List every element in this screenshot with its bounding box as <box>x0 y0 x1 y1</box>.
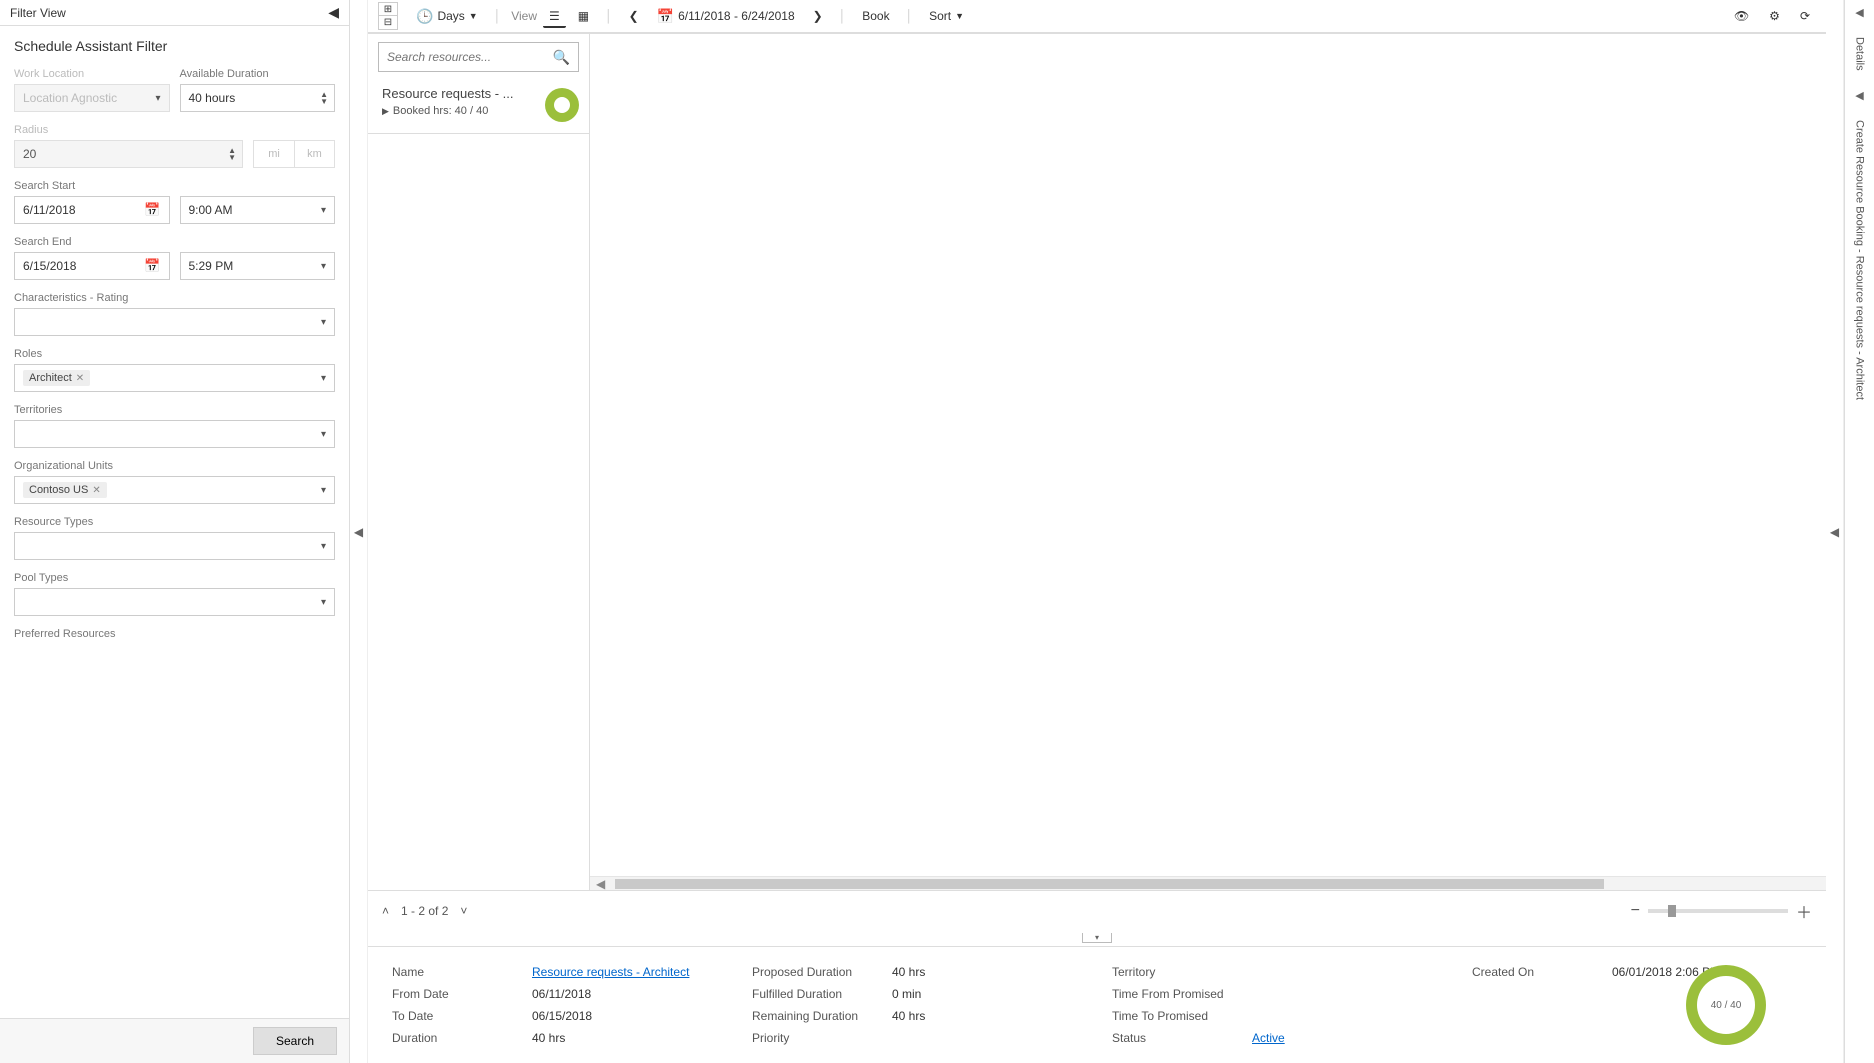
remove-tag-icon[interactable]: ✕ <box>92 485 100 496</box>
work-location-label: Work Location <box>14 68 170 80</box>
org-units-label: Organizational Units <box>14 460 335 472</box>
filter-panel: Filter View ◀ Schedule Assistant Filter … <box>0 0 350 1063</box>
panel-collapse-handle[interactable]: ◀ <box>350 0 368 1063</box>
org-unit-tag: Contoso US✕ <box>23 482 107 498</box>
status-link[interactable]: Active <box>1252 1031 1432 1045</box>
create-booking-tab[interactable]: Create Resource Booking - Resource reque… <box>1854 114 1866 406</box>
expand-collapse-group: ⊞ ⊟ <box>378 2 398 30</box>
territories-select[interactable]: ▾ <box>14 420 335 448</box>
filter-subtitle: Schedule Assistant Filter <box>0 26 349 64</box>
prev-range-icon[interactable]: ❮ <box>623 5 645 27</box>
date-picker-button[interactable]: 📅 6/11/2018 - 6/24/2018 <box>651 4 801 29</box>
details-tab[interactable]: Details <box>1854 31 1866 77</box>
visibility-icon[interactable]: 👁 <box>1728 5 1755 27</box>
roles-select[interactable]: Architect✕ ▾ <box>14 364 335 392</box>
remove-tag-icon[interactable]: ✕ <box>76 373 84 384</box>
page-down-icon[interactable]: ˅ <box>460 904 467 918</box>
radius-unit-toggle: mi km <box>253 140 335 168</box>
work-location-select: Location Agnostic▾ <box>14 84 170 112</box>
view-label: View <box>511 9 537 23</box>
radius-unit-mi: mi <box>254 141 294 167</box>
page-up-icon[interactable]: ˄ <box>382 904 389 918</box>
right-rail: ◀ Details ◀ Create Resource Booking - Re… <box>1844 0 1874 1063</box>
role-tag: Architect✕ <box>23 370 90 386</box>
territories-label: Territories <box>14 404 335 416</box>
org-units-select[interactable]: Contoso US✕ ▾ <box>14 476 335 504</box>
roles-label: Roles <box>14 348 335 360</box>
resource-search-input[interactable]: 🔍 <box>378 42 579 72</box>
status-bar: ˄ 1 - 2 of 2 ˅ − ＋ <box>368 890 1826 930</box>
sort-button[interactable]: Sort ▼ <box>923 5 970 27</box>
clock-icon: 🕒 <box>416 8 433 25</box>
details-collapse-handle[interactable]: ▾ <box>1082 933 1112 943</box>
search-end-label: Search End <box>14 236 335 248</box>
characteristics-select[interactable]: ▾ <box>14 308 335 336</box>
search-end-time[interactable]: 5:29 PM▾ <box>180 252 336 280</box>
grid-view-icon[interactable]: ▦ <box>572 5 595 27</box>
characteristics-label: Characteristics - Rating <box>14 292 335 304</box>
next-range-icon[interactable]: ❯ <box>807 5 829 27</box>
radius-label: Radius <box>14 124 335 136</box>
request-link[interactable]: Resource requests - Architect <box>532 965 712 979</box>
horizontal-scrollbar[interactable]: ◀ <box>590 876 1826 890</box>
search-icon[interactable]: 🔍 <box>553 49 570 66</box>
booking-details: NameResource requests - Architect From D… <box>368 946 1826 1063</box>
pool-types-label: Pool Types <box>14 572 335 584</box>
calendar-icon[interactable]: 📅 <box>144 202 160 218</box>
zoom-slider[interactable] <box>1648 909 1788 913</box>
time-granularity-button[interactable]: 🕒 Days ▼ <box>410 4 484 29</box>
list-view-icon[interactable]: ☰ <box>543 5 566 28</box>
available-duration-label: Available Duration <box>180 68 336 80</box>
result-range: 1 - 2 of 2 <box>401 904 448 918</box>
resource-types-label: Resource Types <box>14 516 335 528</box>
available-duration-select[interactable]: 40 hours ▲▼ <box>180 84 336 112</box>
preferred-resources-label: Preferred Resources <box>14 628 335 640</box>
book-button[interactable]: Book <box>856 5 895 27</box>
fulfillment-donut: 40 / 40 <box>1686 965 1766 1045</box>
zoom-in-icon[interactable]: ＋ <box>1796 899 1812 923</box>
expand-toggle-icon[interactable]: ▶ <box>382 106 389 117</box>
search-start-date[interactable]: 6/11/2018 📅 <box>14 196 170 224</box>
expand-all-icon[interactable]: ⊞ <box>379 3 397 16</box>
filter-view-title: Filter View <box>10 6 66 20</box>
calendar-icon: 📅 <box>657 8 674 25</box>
resource-types-select[interactable]: ▾ <box>14 532 335 560</box>
pool-types-select[interactable]: ▾ <box>14 588 335 616</box>
request-header[interactable]: Resource requests - ... ▶Booked hrs: 40 … <box>368 80 589 134</box>
radius-unit-km: km <box>294 141 334 167</box>
details-expand-icon[interactable]: ◀ <box>1855 6 1863 19</box>
settings-icon[interactable]: ⚙ <box>1763 5 1786 27</box>
filter-collapse-icon[interactable]: ◀ <box>328 4 339 21</box>
collapse-all-icon[interactable]: ⊟ <box>379 16 397 29</box>
radius-input: ▲▼ <box>14 140 243 168</box>
calendar-icon[interactable]: 📅 <box>144 258 160 274</box>
search-end-date[interactable]: 6/15/2018 📅 <box>14 252 170 280</box>
search-start-time[interactable]: 9:00 AM▾ <box>180 196 336 224</box>
create-panel-collapse-handle[interactable]: ◀ <box>1826 0 1844 1063</box>
create-expand-icon[interactable]: ◀ <box>1855 89 1863 102</box>
zoom-out-icon[interactable]: − <box>1631 902 1640 920</box>
search-button[interactable]: Search <box>253 1027 337 1055</box>
schedule-toolbar: ⊞ ⊟ 🕒 Days ▼ │ View ☰ ▦ │ ❮ 📅 6/11/2018 … <box>368 0 1826 34</box>
refresh-icon[interactable]: ⟳ <box>1794 5 1816 27</box>
booked-progress-donut <box>545 88 579 122</box>
search-start-label: Search Start <box>14 180 335 192</box>
